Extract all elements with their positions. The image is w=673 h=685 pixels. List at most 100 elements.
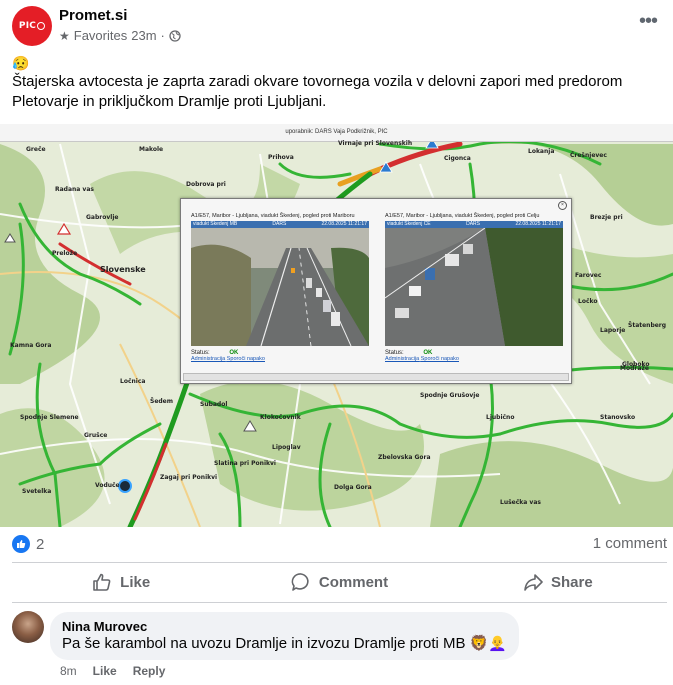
camera-owner: DARS <box>272 221 287 227</box>
map-town-label: Šedem <box>150 398 174 405</box>
map-town-label: Ljubično <box>486 414 515 421</box>
separator-dot: · <box>160 28 165 43</box>
share-icon <box>524 574 543 591</box>
map-town-label: Grušce <box>84 432 108 439</box>
camera-info-bar: viadukt Škedenj MB DARS 22.08.2025 11:21… <box>191 221 369 228</box>
map-town-label: Spodnje Slemene <box>20 414 79 421</box>
map-topbar: uporabnik: DARS Vaja Podkrižnik, PIC <box>0 124 673 142</box>
map-town-label: Stanovsko <box>600 414 636 421</box>
map-town-label: Radana vas <box>55 186 94 193</box>
report-link[interactable]: Sporoči napako <box>227 356 265 362</box>
camera-view-celje[interactable]: A1/E57, Maribor - Ljubljana, viadukt Ške… <box>385 211 563 362</box>
map-town-label: Ločko <box>578 298 598 305</box>
camera-timestamp: 22.08.2025 11:21:17 <box>321 221 367 227</box>
horizontal-scrollbar[interactable] <box>183 373 569 381</box>
audience-label[interactable]: Favorites <box>74 28 127 43</box>
more-options-icon[interactable]: ••• <box>639 11 658 31</box>
camera-label: viadukt Škedenj CE <box>387 221 431 227</box>
admin-link[interactable]: Administracija <box>191 356 225 362</box>
like-reaction-icon <box>12 535 30 553</box>
avatar-logo: PIC <box>18 21 37 31</box>
comment-text: Pa še karambol na uvozu Dramlje in izvoz… <box>62 634 507 654</box>
divider <box>12 602 667 603</box>
map-town-label: Črešnjevec <box>570 152 607 159</box>
camera-links: Administracija Sporoči napako <box>385 356 563 362</box>
map-town-label: Zbelovska Gora <box>378 454 431 461</box>
map-town-label: Cigonca <box>444 155 471 162</box>
map-town-label: Slatina pri Ponikvi <box>214 460 276 467</box>
comment-time[interactable]: 8m <box>60 664 77 678</box>
map-town-label: Brezje pri <box>590 214 623 221</box>
map-town-label: Lokanja <box>528 148 555 155</box>
map-town-label: Spodnje Grušovje <box>420 392 480 399</box>
map-town-label: Prelože <box>52 250 78 257</box>
map-town-label: Štatenberg <box>628 322 667 329</box>
like-button[interactable]: Like <box>12 564 230 600</box>
comment-body: Pa še karambol na uvozu Dramlje in izvoz… <box>62 635 466 652</box>
camera-image-celje <box>385 228 563 346</box>
divider <box>12 562 667 563</box>
post-time[interactable]: 23m <box>131 28 156 43</box>
map-town-label: Svetelka <box>22 488 52 495</box>
comment-bubble: Nina Murovec Pa še karambol na uvozu Dra… <box>50 612 520 660</box>
map-town-label: Farovec <box>575 272 602 279</box>
map-town-label: Subadol <box>200 401 228 408</box>
comment-like-button[interactable]: Like <box>93 664 117 678</box>
map-town-label: Lušečka vas <box>500 499 541 506</box>
reactions-summary[interactable]: 2 <box>12 535 44 553</box>
camera-info-bar: viadukt Škedenj CE DARS 22.08.2025 11:21… <box>385 221 563 228</box>
admin-link[interactable]: Administracija <box>385 356 419 362</box>
map-town-label: Klokočovnik <box>260 414 301 421</box>
commenter-name[interactable]: Nina Murovec <box>62 620 507 634</box>
map-town-label: Laporje <box>600 327 626 334</box>
reaction-count: 2 <box>36 535 45 553</box>
post-actions: Like Comment Share <box>12 564 667 600</box>
map-town-label: Dolga Gora <box>334 484 372 491</box>
map-town-label: Makole <box>139 146 164 153</box>
like-label: Like <box>120 573 151 591</box>
post-text: Štajerska avtocesta je zaprta zaradi okv… <box>12 73 623 110</box>
share-button[interactable]: Share <box>449 564 667 600</box>
commenter-avatar[interactable] <box>12 611 44 643</box>
camera-view-maribor[interactable]: A1/E57, Maribor - Ljubljana, viadukt Ške… <box>191 211 369 362</box>
camera-owner: DARS <box>466 221 481 227</box>
map-town-label: Voduče <box>95 482 120 489</box>
map-town-label: Prihova <box>268 154 294 161</box>
pic-logo-icon <box>37 22 46 30</box>
camera-timestamp: 22.08.2025 11:21:17 <box>515 221 561 227</box>
comment-reply-button[interactable]: Reply <box>133 664 166 678</box>
traffic-map-image[interactable]: uporabnik: DARS Vaja Podkrižnik, PIC Gre… <box>0 124 673 527</box>
comment-icon <box>291 573 309 591</box>
page-avatar[interactable]: PIC <box>12 6 52 46</box>
map-town-label: Modraže <box>620 365 649 372</box>
map-town-label: Kamna Gora <box>10 342 52 349</box>
comment-meta: 8m Like Reply <box>60 664 165 678</box>
page-name[interactable]: Promet.si <box>59 7 127 24</box>
share-label: Share <box>550 573 593 591</box>
comment-label: Comment <box>318 573 389 591</box>
post-meta: ★ Favorites 23m · <box>59 28 181 43</box>
close-icon[interactable]: × <box>558 201 567 210</box>
comment-button[interactable]: Comment <box>230 564 448 600</box>
like-icon <box>93 573 111 591</box>
globe-icon <box>169 29 181 42</box>
comment-emojis: 🦁👩‍🦲 <box>469 635 508 652</box>
map-town-label: Virnaje pri Slovenskih <box>338 140 413 147</box>
post-header: PIC Promet.si ★ Favorites 23m · ••• <box>12 6 661 46</box>
camera-links: Administracija Sporoči napako <box>191 356 369 362</box>
camera-title: A1/E57, Maribor - Ljubljana, viadukt Ške… <box>191 213 355 219</box>
map-town-label: Dobrova pri <box>186 181 226 188</box>
map-town-label: Lipoglav <box>272 444 301 451</box>
camera-popup: × A1/E57, Maribor - Ljubljana, viadukt Š… <box>180 198 572 384</box>
camera-title: A1/E57, Maribor - Ljubljana, viadukt Ške… <box>385 213 540 219</box>
map-town-label: Ločnica <box>120 378 146 385</box>
map-town-label: Zagaj pri Ponikvi <box>160 474 218 481</box>
report-link[interactable]: Sporoči napako <box>421 356 459 362</box>
camera-label: viadukt Škedenj MB <box>193 221 238 227</box>
favorites-star-icon: ★ <box>59 28 70 43</box>
map-town-label: Greče <box>26 146 46 153</box>
map-town-label: Gabrovlje <box>86 214 119 221</box>
camera-image-maribor <box>191 228 369 346</box>
comment-count[interactable]: 1 comment <box>593 535 667 552</box>
post-emoji: 😥 <box>12 55 30 71</box>
